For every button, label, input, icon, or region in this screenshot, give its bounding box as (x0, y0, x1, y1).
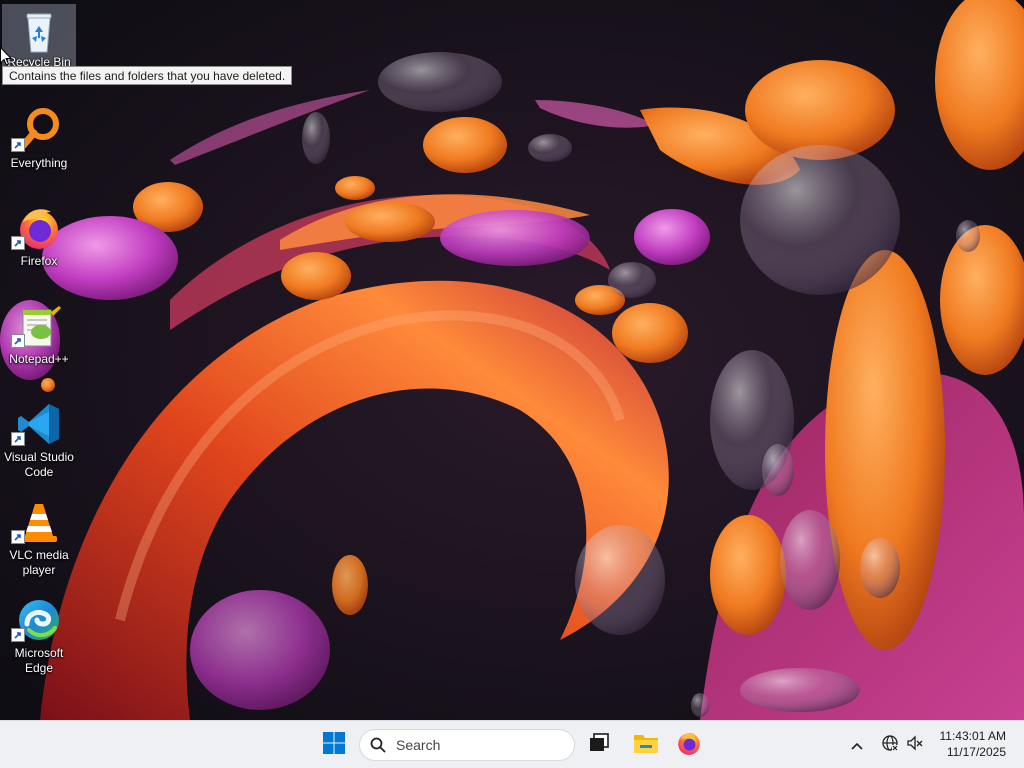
task-view-button[interactable] (581, 727, 617, 763)
shortcut-arrow-icon (11, 236, 25, 250)
vscode-icon (11, 400, 63, 448)
start-button[interactable] (316, 727, 352, 763)
clock-date: 11/17/2025 (946, 745, 1006, 759)
desktop-icon-everything[interactable]: Everything (2, 100, 76, 192)
desktop-icon-recycle-bin[interactable]: Recycle Bin (2, 4, 76, 70)
file-explorer-button[interactable] (628, 727, 664, 763)
desktop-icon-label: Microsoft Edge (14, 646, 64, 675)
desktop-icon-firefox[interactable]: Firefox (2, 198, 76, 290)
clock-time: 11:43:01 AM (939, 729, 1007, 743)
desktop-icon-vscode[interactable]: Visual Studio Code (2, 394, 76, 488)
recycle-bin-icon (15, 8, 63, 56)
network-button[interactable] (878, 733, 902, 757)
network-globe-icon (881, 734, 899, 756)
windows-start-icon (322, 731, 346, 759)
desktop-icon-label: Visual Studio Code (4, 450, 74, 479)
shortcut-arrow-icon (11, 628, 25, 642)
speaker-muted-icon (906, 734, 924, 756)
desktop-icon-area: Recycle Bin Everything Firefox Notepad++… (0, 0, 80, 720)
mouse-cursor-icon (0, 46, 13, 70)
shortcut-arrow-icon (11, 432, 25, 446)
search-icon (370, 737, 386, 753)
taskbar: Search 11:43:01 AM 11/17/2025 (0, 720, 1024, 768)
volume-button[interactable] (903, 733, 927, 757)
firefox-icon (11, 204, 63, 252)
vlc-icon (11, 498, 63, 546)
desktop-icon-vlc[interactable]: VLC media player (2, 492, 76, 586)
edge-icon (11, 596, 63, 644)
shortcut-arrow-icon (11, 138, 25, 152)
desktop-wallpaper (0, 0, 1024, 720)
desktop-icon-label: VLC media player (9, 548, 69, 577)
desktop-icon-label: Firefox (20, 254, 58, 268)
everything-search-icon (11, 106, 63, 154)
wallpaper-art (0, 0, 1024, 720)
recycle-bin-tooltip: Contains the files and folders that you … (2, 66, 293, 85)
desktop-icon-notepad-plus-plus[interactable]: Notepad++ (2, 296, 76, 388)
search-placeholder: Search (396, 737, 441, 753)
firefox-icon (676, 730, 702, 760)
file-explorer-icon (633, 731, 659, 759)
taskbar-clock[interactable]: 11:43:01 AM 11/17/2025 (926, 728, 1007, 760)
desktop-icon-edge[interactable]: Microsoft Edge (2, 590, 76, 684)
taskbar-search-box[interactable]: Search (359, 729, 575, 761)
task-view-icon (588, 732, 610, 758)
show-hidden-icons-button[interactable] (845, 733, 869, 757)
shortcut-arrow-icon (11, 334, 25, 348)
notepad-plus-plus-icon (11, 302, 63, 350)
desktop-icon-label: Notepad++ (9, 352, 69, 366)
chevron-up-icon (850, 736, 864, 755)
firefox-taskbar-button[interactable] (671, 727, 707, 763)
desktop-icon-label: Everything (10, 156, 68, 170)
shortcut-arrow-icon (11, 530, 25, 544)
